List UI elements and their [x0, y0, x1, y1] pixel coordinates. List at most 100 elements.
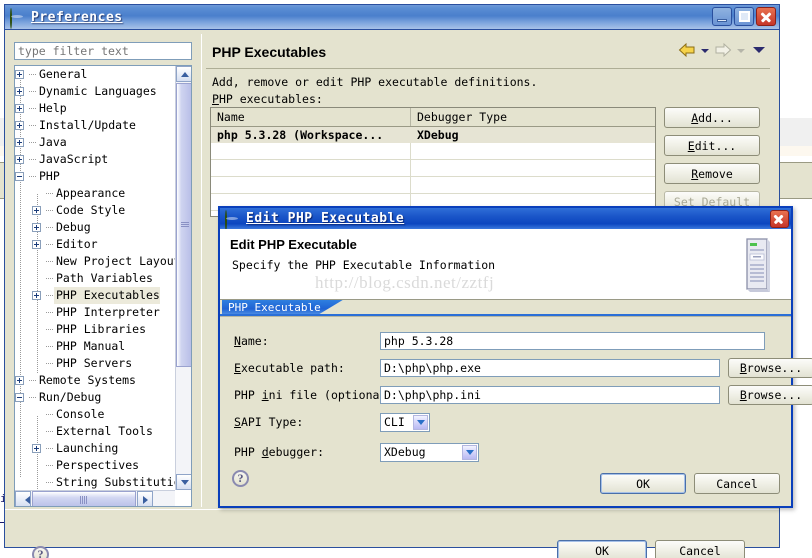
- expand-icon[interactable]: [32, 444, 41, 453]
- name-field-label: Name:: [234, 331, 269, 351]
- column-header-name[interactable]: Name: [211, 108, 411, 126]
- php-ini-file-field[interactable]: [380, 386, 720, 404]
- tree-item-console[interactable]: Console: [15, 406, 175, 423]
- table-row[interactable]: php 5.3.28 (Workspace... XDebug: [211, 127, 655, 143]
- collapse-icon[interactable]: [15, 172, 24, 181]
- tree-item-new-project-layout[interactable]: New Project Layout: [15, 253, 175, 270]
- expand-icon[interactable]: [15, 138, 24, 147]
- tree-item-php[interactable]: PHP: [15, 168, 175, 185]
- remove-button[interactable]: Remove: [664, 163, 760, 184]
- scroll-thumb[interactable]: [176, 83, 191, 367]
- chevron-down-icon[interactable]: [462, 445, 477, 460]
- scroll-left-button[interactable]: [15, 491, 31, 506]
- settings-tree[interactable]: General Dynamic Languages Help Install/Upda…: [14, 65, 192, 507]
- tree-item-dynamic-languages[interactable]: Dynamic Languages: [15, 83, 175, 100]
- page-title: PHP Executables: [212, 44, 327, 60]
- column-header-debugger[interactable]: Debugger Type: [411, 108, 655, 126]
- preferences-titlebar[interactable]: Preferences: [5, 5, 779, 30]
- watermark-text: http://blog.csdn.net/zztfj: [315, 273, 495, 292]
- back-arrow-icon[interactable]: [677, 42, 697, 58]
- executable-path-field-browse-button[interactable]: Browse...: [728, 358, 812, 378]
- scroll-right-button[interactable]: [137, 491, 153, 506]
- chevron-down-icon[interactable]: [413, 415, 428, 430]
- tree-item-editor[interactable]: Editor: [15, 236, 175, 253]
- expand-icon[interactable]: [32, 240, 41, 249]
- maximize-button[interactable]: [734, 7, 754, 26]
- dialog-titlebar[interactable]: Edit PHP Executable: [220, 208, 791, 231]
- dialog-cancel-button[interactable]: Cancel: [694, 473, 780, 494]
- tree-item-appearance[interactable]: Appearance: [15, 185, 175, 202]
- close-button[interactable]: [756, 7, 776, 26]
- tree-item-php-executables[interactable]: PHP Executables: [15, 287, 175, 304]
- tree-item-launching[interactable]: Launching: [15, 440, 175, 457]
- tree-item-general[interactable]: General: [15, 66, 175, 83]
- php-debugger-select[interactable]: XDebug: [380, 443, 479, 462]
- dialog-help-button[interactable]: ?: [232, 470, 249, 487]
- name-field[interactable]: [380, 332, 765, 350]
- scroll-down-button[interactable]: [176, 474, 191, 490]
- preferences-cancel-button[interactable]: Cancel: [655, 540, 745, 558]
- tree-connector: [43, 219, 54, 236]
- button-accel: A: [691, 110, 699, 125]
- preferences-ok-button[interactable]: OK: [557, 540, 647, 558]
- table-row-empty: [211, 177, 655, 194]
- expand-icon[interactable]: [15, 376, 24, 385]
- field-label-rest: ebugger:: [268, 445, 325, 459]
- tree-item-php-interpreter[interactable]: PHP Interpreter: [15, 304, 175, 321]
- tree-leaf-marker: [32, 461, 41, 470]
- cell-empty: [411, 143, 655, 159]
- expand-icon[interactable]: [15, 87, 24, 96]
- tree-vertical-scrollbar[interactable]: [175, 66, 191, 490]
- titlebar-buttons: [712, 7, 776, 26]
- tree-item-java[interactable]: Java: [15, 134, 175, 151]
- tree-item-perspectives[interactable]: Perspectives: [15, 457, 175, 474]
- tree-item-php-manual[interactable]: PHP Manual: [15, 338, 175, 355]
- tree-connector: [26, 134, 37, 151]
- expand-icon[interactable]: [15, 70, 24, 79]
- hscroll-thumb[interactable]: [32, 491, 136, 506]
- tree-item-php-libraries[interactable]: PHP Libraries: [15, 321, 175, 338]
- dialog-close-button[interactable]: [770, 210, 789, 228]
- dialog-ok-button[interactable]: OK: [600, 473, 686, 494]
- tree-item-install-update[interactable]: Install/Update: [15, 117, 175, 134]
- php-ini-file-field-browse-button[interactable]: Browse...: [728, 385, 812, 405]
- minimize-button[interactable]: [712, 7, 732, 26]
- tree-item-label: Perspectives: [56, 458, 140, 472]
- back-dropdown-icon[interactable]: [701, 49, 709, 53]
- tree-item-php-servers[interactable]: PHP Servers: [15, 355, 175, 372]
- field-label-text: SAPI Type:: [234, 415, 303, 429]
- expand-icon[interactable]: [32, 223, 41, 232]
- tree-item-run-debug[interactable]: Run/Debug: [15, 389, 175, 406]
- add-button[interactable]: Add...: [664, 107, 760, 128]
- expand-icon[interactable]: [15, 155, 24, 164]
- tree-connector: [26, 117, 37, 134]
- tree-item-debug[interactable]: Debug: [15, 219, 175, 236]
- tree-item-help[interactable]: Help: [15, 100, 175, 117]
- tree-item-javascript[interactable]: JavaScript: [15, 151, 175, 168]
- tree-item-label: Appearance: [56, 186, 126, 200]
- tree-item-string-substitutio[interactable]: String Substitutio: [15, 474, 175, 490]
- tree-item-path-variables[interactable]: Path Variables: [15, 270, 175, 287]
- tree-item-label: Help: [39, 101, 67, 115]
- edit-button[interactable]: Edit...: [664, 135, 760, 156]
- help-button[interactable]: ?: [32, 546, 49, 558]
- executables-list-label: PHP executables:: [212, 92, 323, 106]
- php-executables-table[interactable]: Name Debugger Type php 5.3.28 (Workspace…: [210, 107, 656, 217]
- executable-path-field[interactable]: [380, 359, 720, 377]
- sapi-type-select[interactable]: CLI: [380, 413, 430, 432]
- tree-item-code-style[interactable]: Code Style: [15, 202, 175, 219]
- tree-item-external-tools[interactable]: External Tools: [15, 423, 175, 440]
- view-menu-icon[interactable]: [753, 47, 765, 53]
- expand-icon[interactable]: [15, 121, 24, 130]
- scroll-up-button[interactable]: [176, 66, 191, 82]
- expand-icon[interactable]: [32, 291, 41, 300]
- tree-horizontal-scrollbar[interactable]: [15, 490, 175, 506]
- tree-leaf-marker: [32, 257, 41, 266]
- tree-connector: [43, 321, 54, 338]
- expand-icon[interactable]: [15, 104, 24, 113]
- tree-item-remote-systems[interactable]: Remote Systems: [15, 372, 175, 389]
- expand-icon[interactable]: [32, 206, 41, 215]
- collapse-icon[interactable]: [15, 393, 24, 402]
- filter-input[interactable]: [14, 42, 192, 60]
- tree-item-label: Install/Update: [39, 118, 136, 132]
